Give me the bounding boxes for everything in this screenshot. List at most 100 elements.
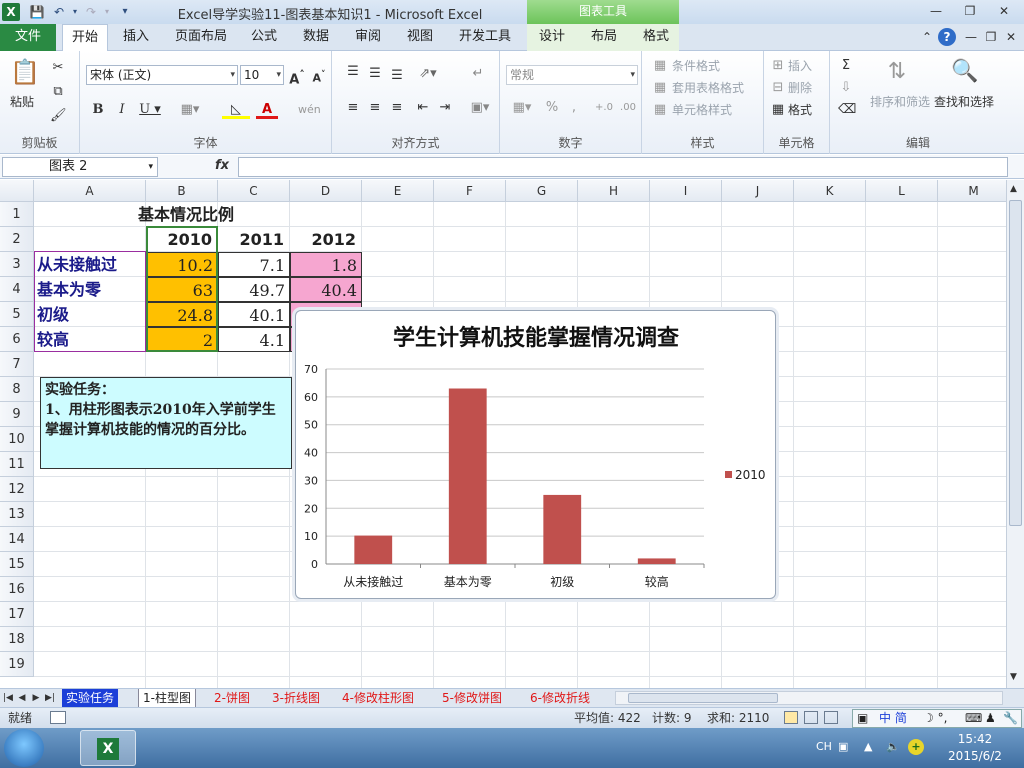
redo-dropdown-icon[interactable]: ▾ (98, 3, 116, 21)
cell-value[interactable]: 10.2 (146, 252, 218, 277)
cell-year-2010[interactable]: 2010 (146, 227, 218, 252)
decrease-indent-icon[interactable]: ⇤ (414, 99, 432, 117)
find-select-button[interactable]: 查找和选择 (934, 93, 994, 110)
horizontal-scroll-thumb[interactable] (628, 693, 778, 703)
cell-styles-button[interactable]: 单元格样式 (672, 101, 732, 118)
column-header[interactable]: E (362, 180, 434, 202)
row-header[interactable]: 13 (0, 502, 34, 527)
row-header[interactable]: 8 (0, 377, 34, 402)
tray-language[interactable]: CH (816, 740, 832, 753)
cell-label[interactable]: 从未接触过 (34, 252, 146, 277)
decrease-decimal-icon[interactable]: .00 (618, 99, 638, 117)
minimize-ribbon-icon[interactable]: ⌃ (918, 28, 936, 46)
tab-file[interactable]: 文件 (0, 24, 56, 51)
select-all-corner[interactable] (0, 180, 34, 202)
save-icon[interactable]: 💾 (28, 3, 46, 21)
cell-label[interactable]: 初级 (34, 302, 146, 327)
sheet-tab-edit-bar[interactable]: 4-修改柱形图 (338, 689, 418, 707)
row-header[interactable]: 7 (0, 352, 34, 377)
column-header[interactable]: H (578, 180, 650, 202)
ime-toolbar[interactable]: ▣ 中 简 ☽ °, ⌨ ♟ 🔧 (852, 709, 1022, 728)
clear-icon[interactable]: ⌫ (838, 101, 856, 119)
normal-view-icon[interactable] (784, 711, 798, 724)
name-box[interactable]: 图表 2 ▾ (2, 157, 158, 177)
row-header[interactable]: 11 (0, 452, 34, 477)
increase-indent-icon[interactable]: ⇥ (436, 99, 454, 117)
cell-value[interactable]: 24.8 (146, 302, 218, 327)
cell-title[interactable]: 基本情况比例 (138, 202, 298, 227)
task-textbox[interactable]: 实验任务： 1、用柱形图表示2010年入学前学生掌握计算机技能的情况的百分比。 (40, 377, 292, 469)
last-sheet-icon[interactable]: ▶| (44, 690, 56, 706)
cell-value[interactable]: 49.7 (218, 277, 290, 302)
comma-style-icon[interactable]: , (566, 99, 582, 117)
align-left-icon[interactable]: ≡ (344, 99, 362, 117)
bold-icon[interactable]: B (90, 101, 106, 119)
cell-value[interactable]: 63 (146, 277, 218, 302)
formula-input[interactable] (238, 157, 1008, 177)
horizontal-scrollbar[interactable] (615, 691, 1003, 705)
fill-icon[interactable]: ⇩ (838, 79, 854, 97)
row-header[interactable]: 14 (0, 527, 34, 552)
next-sheet-icon[interactable]: ▶ (30, 690, 42, 706)
row-header[interactable]: 12 (0, 477, 34, 502)
tray-ime-icon[interactable]: ▣ (838, 740, 848, 753)
taskbar-clock[interactable]: 15:42 2015/6/2 (940, 731, 1010, 765)
paste-button[interactable]: 粘贴 (10, 93, 34, 110)
font-size-select[interactable]: 10 ▾ (240, 65, 284, 85)
column-header[interactable]: K (794, 180, 866, 202)
column-header[interactable]: G (506, 180, 578, 202)
delete-cells-button[interactable]: 删除 (788, 79, 812, 96)
sheet-tab-edit-line[interactable]: 6-修改折线 (526, 689, 610, 707)
underline-icon[interactable]: U ▾ (138, 101, 162, 119)
format-painter-icon[interactable]: 🖌 (50, 107, 67, 125)
cell-year-2011[interactable]: 2011 (218, 227, 290, 252)
scroll-down-icon[interactable]: ▼ (1010, 672, 1017, 682)
page-break-view-icon[interactable] (824, 711, 838, 724)
tab-data[interactable]: 数据 (296, 24, 336, 51)
align-right-icon[interactable]: ≡ (388, 99, 406, 117)
fill-color-icon[interactable]: ◺ (222, 101, 250, 119)
sheet-tab-task[interactable]: 实验任务 (62, 689, 119, 707)
align-middle-icon[interactable]: ☰ (366, 65, 384, 83)
merge-center-icon[interactable]: ▣▾ (468, 99, 492, 117)
cut-icon[interactable]: ✂ (50, 59, 66, 77)
tab-design[interactable]: 设计 (532, 24, 572, 51)
tab-developer[interactable]: 开发工具 (452, 24, 518, 51)
insert-function-icon[interactable]: fx (215, 158, 229, 173)
minimize-icon[interactable]: — (922, 2, 950, 20)
column-header[interactable]: I (650, 180, 722, 202)
doc-restore-icon[interactable]: ❐ (982, 28, 1000, 46)
phonetic-icon[interactable]: wén (298, 101, 321, 119)
cell-value[interactable]: 40.1 (218, 302, 290, 327)
start-button[interactable] (4, 729, 44, 767)
sheet-tab-pie[interactable]: 2-饼图 (210, 689, 254, 707)
vertical-scrollbar[interactable]: ▲ ▼ (1006, 180, 1024, 688)
column-header[interactable]: J (722, 180, 794, 202)
row-header[interactable]: 2 (0, 227, 34, 252)
tab-home[interactable]: 开始 (62, 24, 108, 52)
cell-label[interactable]: 基本为零 (34, 277, 146, 302)
tab-format[interactable]: 格式 (636, 24, 676, 51)
align-center-icon[interactable]: ≡ (366, 99, 384, 117)
cell-value[interactable]: 40.4 (290, 277, 362, 302)
italic-icon[interactable]: I (114, 101, 130, 119)
sort-filter-button[interactable]: 排序和筛选 (870, 93, 930, 110)
copy-icon[interactable]: ⧉ (50, 83, 66, 101)
grow-font-icon[interactable]: A˄ (288, 66, 306, 89)
row-header[interactable]: 9 (0, 402, 34, 427)
sheet-tab-bar-chart[interactable]: 1-柱型图 (138, 689, 196, 707)
first-sheet-icon[interactable]: |◀ (2, 690, 14, 706)
row-header[interactable]: 6 (0, 327, 34, 352)
network-icon[interactable]: + (908, 739, 924, 755)
format-cells-button[interactable]: 格式 (788, 101, 812, 118)
autosum-icon[interactable]: Σ (838, 57, 854, 75)
borders-icon[interactable]: ▦▾ (178, 101, 202, 119)
column-header[interactable]: A (34, 180, 146, 202)
orientation-icon[interactable]: ⇗▾ (416, 65, 440, 83)
column-header[interactable]: D (290, 180, 362, 202)
cell-value[interactable]: 4.1 (218, 327, 290, 352)
scroll-up-icon[interactable]: ▲ (1010, 184, 1017, 194)
font-name-select[interactable]: 宋体 (正文) ▾ (86, 65, 238, 85)
paste-icon[interactable]: 📋 (10, 57, 40, 87)
row-header[interactable]: 17 (0, 602, 34, 627)
